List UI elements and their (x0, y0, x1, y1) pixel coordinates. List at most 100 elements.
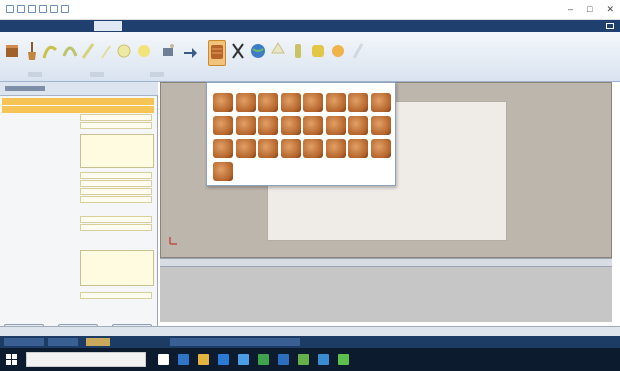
maximize-button[interactable]: □ (587, 4, 592, 14)
star-tool-button[interactable] (136, 40, 154, 66)
app-icon-blue-2[interactable] (318, 354, 329, 365)
store-icon[interactable] (218, 354, 229, 365)
light-tool-button[interactable] (270, 40, 288, 66)
wood-texture-icon[interactable] (325, 93, 346, 112)
windows-start-icon[interactable] (6, 354, 18, 366)
open-icon[interactable] (28, 5, 36, 13)
ribbon-panel (0, 32, 620, 82)
tab-file[interactable] (4, 21, 32, 31)
wood-texture-icon[interactable] (213, 162, 233, 181)
wood-texture-icon[interactable] (213, 139, 233, 158)
arc-tool-button[interactable] (62, 40, 80, 66)
wood-texture-icon[interactable] (303, 93, 323, 112)
property-row[interactable] (2, 180, 154, 187)
star-icon (138, 45, 150, 57)
shape-tool-button[interactable] (116, 40, 134, 66)
property-row-selected[interactable] (2, 98, 154, 105)
wood-texture-icon[interactable] (258, 139, 278, 158)
taskbar-search-input[interactable] (26, 352, 146, 367)
globe-tool-button[interactable] (250, 40, 268, 66)
new-icon[interactable] (17, 5, 25, 13)
windows-taskbar (0, 348, 620, 371)
property-value-box[interactable] (80, 134, 154, 168)
bottle-tool-button[interactable] (290, 40, 308, 66)
curve-tool-button[interactable] (42, 40, 60, 66)
app-icon-green-3[interactable] (338, 354, 349, 365)
wood-texture-icon[interactable] (348, 139, 368, 158)
wood-texture-icon[interactable] (213, 93, 233, 112)
paint-tool-button[interactable] (160, 40, 178, 66)
wood-texture-icon[interactable] (370, 93, 391, 112)
edge-icon[interactable] (178, 354, 189, 365)
pencil-tool-button[interactable] (98, 40, 116, 66)
tab-insert[interactable] (64, 21, 92, 31)
wood-texture-icon[interactable] (258, 116, 278, 135)
wood-texture-icon[interactable] (325, 139, 346, 158)
property-row[interactable] (2, 292, 154, 299)
app-icon-green[interactable] (258, 354, 269, 365)
wood-texture-icon[interactable] (370, 139, 391, 158)
wood-texture-icon[interactable] (235, 139, 256, 158)
property-row[interactable] (2, 114, 154, 121)
lower-pane[interactable] (160, 267, 612, 322)
pencil-icon (101, 45, 111, 59)
sphere-tool-button[interactable] (330, 40, 348, 66)
mail-icon[interactable] (238, 354, 249, 365)
wood-texture-icon[interactable] (280, 93, 301, 112)
close-button[interactable]: ✕ (606, 4, 614, 14)
wood-texture-icon[interactable] (348, 116, 368, 135)
gallery-title (213, 86, 243, 91)
view-tab-bar (0, 336, 620, 348)
property-row[interactable] (2, 216, 154, 223)
status-bar (0, 326, 620, 336)
tab-home[interactable] (34, 21, 62, 31)
window-title (250, 6, 410, 12)
task-view-icon[interactable] (158, 354, 169, 365)
box-tool-button[interactable] (4, 40, 22, 66)
wood-texture-icon[interactable] (325, 116, 346, 135)
brush-tool-button[interactable] (24, 40, 42, 66)
wood-material-icon (211, 45, 223, 59)
property-row[interactable] (2, 224, 154, 231)
save-icon[interactable] (39, 5, 47, 13)
property-row[interactable] (2, 196, 154, 203)
tab-view[interactable] (124, 21, 152, 31)
property-row-selected[interactable] (2, 106, 154, 113)
property-row[interactable] (2, 172, 154, 179)
arrow-tool-button[interactable] (182, 40, 200, 66)
app-icon[interactable] (6, 5, 14, 13)
app-icon-blue[interactable] (278, 354, 289, 365)
wood-texture-icon[interactable] (303, 139, 323, 158)
tab-active[interactable] (94, 21, 122, 31)
sphere-icon (332, 45, 344, 57)
ribbon-options-icon[interactable] (606, 23, 614, 29)
property-row[interactable] (2, 122, 154, 129)
undo-icon[interactable] (50, 5, 58, 13)
pen-tool-button[interactable] (350, 40, 368, 66)
app-window: – □ ✕ (0, 0, 620, 371)
property-row[interactable] (2, 188, 154, 195)
minimize-button[interactable]: – (568, 4, 573, 14)
axis-indicator-icon (169, 237, 177, 245)
material-tool-button[interactable] (208, 40, 226, 66)
property-value-box[interactable] (80, 250, 154, 286)
wood-texture-icon[interactable] (348, 93, 368, 112)
render-icon (312, 45, 324, 57)
wood-texture-icon[interactable] (235, 93, 256, 112)
wood-texture-icon[interactable] (213, 116, 233, 135)
app-icon-green-2[interactable] (298, 354, 309, 365)
shape-icon (117, 44, 131, 58)
wood-texture-icon[interactable] (303, 116, 323, 135)
globe-icon (251, 44, 265, 58)
wood-texture-icon[interactable] (280, 116, 301, 135)
wood-texture-icon[interactable] (370, 116, 391, 135)
scissors-tool-button[interactable] (230, 40, 248, 66)
wood-texture-icon[interactable] (280, 139, 301, 158)
render-tool-button[interactable] (310, 40, 328, 66)
line-tool-button[interactable] (80, 40, 98, 66)
explorer-icon[interactable] (198, 354, 209, 365)
wood-texture-icon[interactable] (258, 93, 278, 112)
panel-header (0, 82, 158, 96)
wood-texture-icon[interactable] (235, 116, 256, 135)
redo-icon[interactable] (61, 5, 69, 13)
